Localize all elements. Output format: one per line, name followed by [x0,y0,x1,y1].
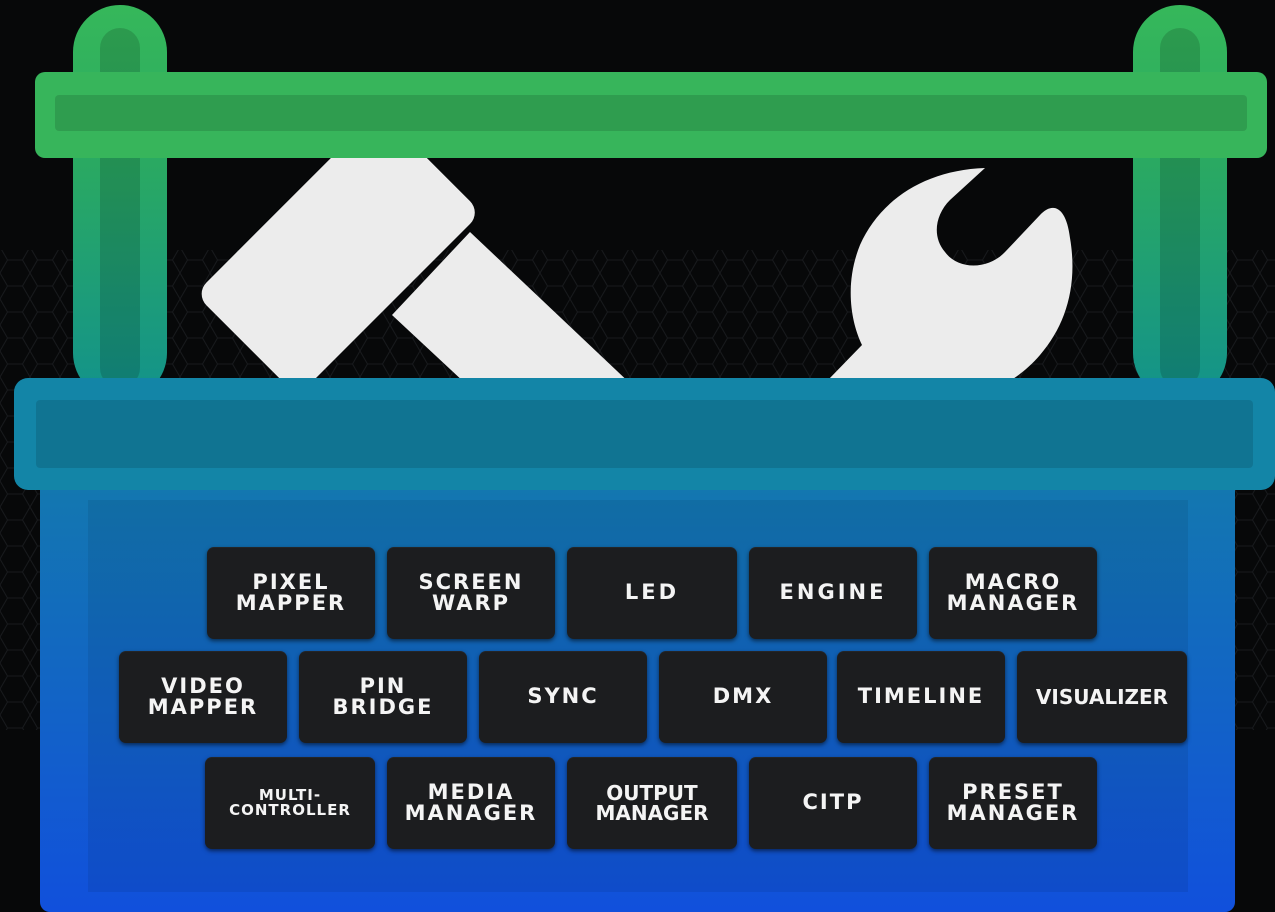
macro-manager-tile[interactable]: MACRO MANAGER [929,547,1097,639]
led-tile[interactable]: LED [567,547,737,639]
timeline-tile[interactable]: TIMELINE [837,651,1005,743]
dmx-tile[interactable]: DMX [659,651,827,743]
tile-row-2: VIDEO MAPPER PIN BRIDGE SYNC DMX TIMELIN… [0,651,1275,747]
engine-tile[interactable]: ENGINE [749,547,917,639]
video-mapper-tile[interactable]: VIDEO MAPPER [119,651,287,743]
tile-row-3: MULTI- CONTROLLER MEDIA MANAGER OUTPUT M… [0,757,1275,853]
pixel-mapper-tile[interactable]: PIXEL MAPPER [207,547,375,639]
preset-manager-tile[interactable]: PRESET MANAGER [929,757,1097,849]
sync-tile[interactable]: SYNC [479,651,647,743]
media-manager-tile[interactable]: MEDIA MANAGER [387,757,555,849]
tile-row-1: PIXEL MAPPER SCREEN WARP LED ENGINE MACR… [0,547,1275,643]
output-manager-tile[interactable]: OUTPUT MANAGER [567,757,737,849]
pin-bridge-tile[interactable]: PIN BRIDGE [299,651,467,743]
visualizer-tile[interactable]: VISUALIZER [1017,651,1187,743]
multi-controller-tile[interactable]: MULTI- CONTROLLER [205,757,375,849]
citp-tile[interactable]: CITP [749,757,917,849]
screen-warp-tile[interactable]: SCREEN WARP [387,547,555,639]
